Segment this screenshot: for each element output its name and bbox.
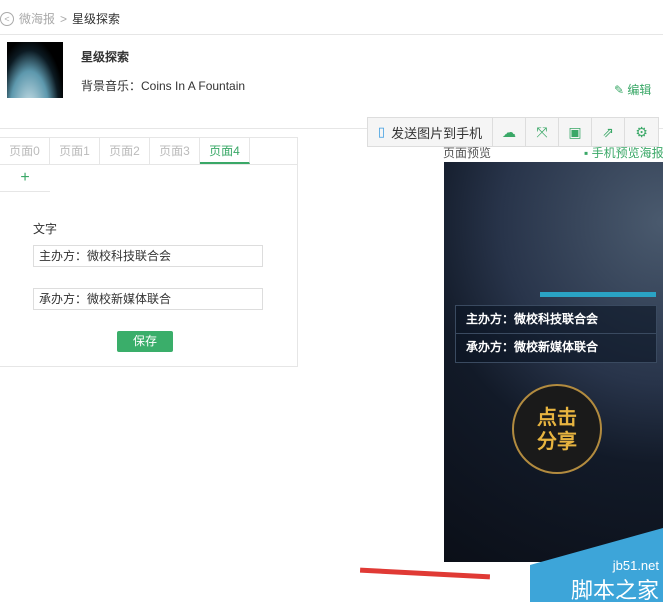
organizer-input[interactable]: 主办方：微校科技联合会 xyxy=(33,245,263,267)
phone-icon: ▯ xyxy=(377,124,386,139)
send-to-phone-button[interactable]: ▯ 发送图片到手机 xyxy=(368,118,493,146)
save-icon[interactable]: ▣ xyxy=(559,118,592,146)
share-icon[interactable]: ⇗ xyxy=(592,118,625,146)
tab-page2[interactable]: 页面2 xyxy=(100,138,150,164)
share-text2: 分享 xyxy=(537,431,577,453)
watermark-name: 脚本之家 xyxy=(570,578,659,603)
watermark-site: jb51.net xyxy=(612,558,659,573)
share-button[interactable]: 点击 分享 xyxy=(512,384,602,474)
fullscreen-icon[interactable]: ⤧ xyxy=(526,118,559,146)
send-label: 发送图片到手机 xyxy=(391,125,483,141)
breadcrumb-parent[interactable]: 微海报 xyxy=(19,10,55,27)
add-page-button[interactable]: + xyxy=(0,165,50,192)
breadcrumb: < 微海报 > 星级探索 xyxy=(0,10,120,27)
background-music: 背景音乐：Coins In A Fountain xyxy=(81,79,246,93)
toolbar: ▯ 发送图片到手机 ☁ ⤧ ▣ ⇗ ⚙ xyxy=(367,117,659,147)
breadcrumb-current: 星级探索 xyxy=(72,12,121,26)
preview-line2: 承办方：微校新媒体联合 xyxy=(466,340,599,354)
pencil-icon: ✎ xyxy=(614,83,625,97)
chevron-right-icon: > xyxy=(60,11,68,26)
text-label: 文字 xyxy=(33,222,58,236)
preview-text-box: 主办方：微校科技联合会 承办方：微校新媒体联合 xyxy=(455,305,657,363)
tab-page1[interactable]: 页面1 xyxy=(50,138,100,164)
share-text1: 点击 xyxy=(537,407,577,429)
co-organizer-input[interactable]: 承办方：微校新媒体联合 xyxy=(33,288,263,310)
tab-page4[interactable]: 页面4 xyxy=(200,138,250,164)
tab-page0[interactable]: 页面0 xyxy=(0,138,50,164)
poster-thumbnail xyxy=(7,42,63,98)
gear-icon[interactable]: ⚙ xyxy=(625,118,658,146)
preview-line1: 主办方：微校科技联合会 xyxy=(456,306,656,334)
edit-label: 编辑 xyxy=(627,83,652,97)
poster-title: 星级探索 xyxy=(81,50,130,64)
phone-preview-label: 手机预览海报 xyxy=(591,146,663,160)
red-arrow xyxy=(359,567,491,580)
back-icon[interactable]: < xyxy=(0,11,14,26)
tab-page3[interactable]: 页面3 xyxy=(150,138,200,164)
cloud-icon[interactable]: ☁ xyxy=(493,118,526,146)
save-button[interactable]: 保存 xyxy=(117,331,173,352)
edit-button[interactable]: ✎ 编辑 xyxy=(614,81,651,98)
divider xyxy=(0,34,663,35)
accent-bar xyxy=(540,292,656,297)
